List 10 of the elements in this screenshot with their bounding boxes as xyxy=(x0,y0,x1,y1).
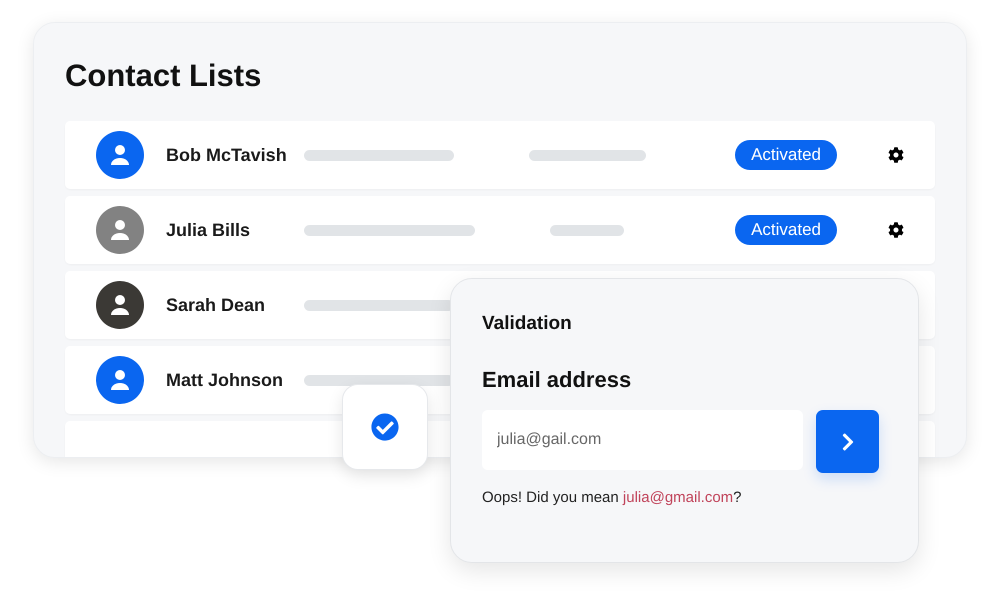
contact-name: Sarah Dean xyxy=(166,294,266,316)
contact-name: Julia Bills xyxy=(166,220,252,240)
contact-name: Matt Johnson xyxy=(166,370,284,390)
card-title: Contact Lists xyxy=(65,57,262,95)
validation-title: Validation xyxy=(482,313,573,335)
contact-name: Bob McTavish xyxy=(166,144,288,166)
status-badge: Activated xyxy=(735,215,837,245)
field-label: Email address xyxy=(482,367,632,393)
status-badge: Activated xyxy=(735,140,837,170)
suggestion-message: Oops! Did you mean julia@gmail.com? xyxy=(482,489,743,506)
